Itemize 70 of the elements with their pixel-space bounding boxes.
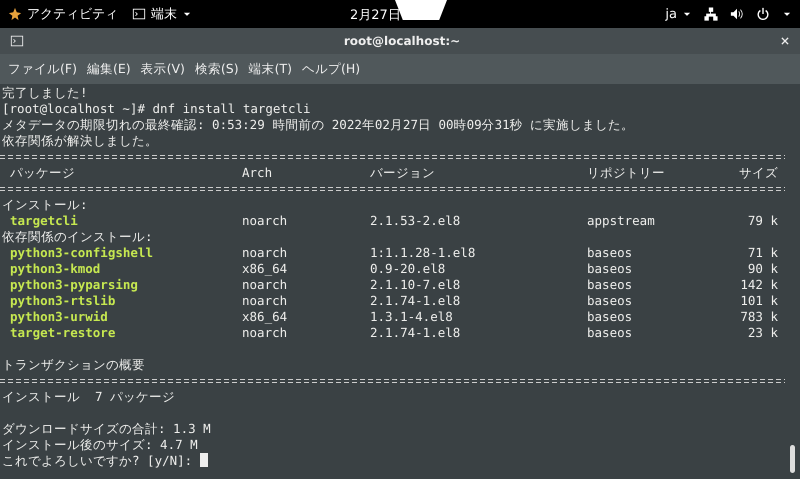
column-header: Arch: [242, 165, 274, 181]
menu-item[interactable]: 端末(T): [244, 58, 296, 80]
terminal-line: 依存関係のインストール:: [1, 229, 154, 245]
terminal-line: ダウンロードサイズの合計: 1.3 M: [1, 421, 212, 437]
table-cell-text: 2.1.10-7.el8: [370, 277, 462, 293]
scrollbar-thumb[interactable]: [790, 445, 795, 473]
column-header: パッケージ: [10, 165, 76, 181]
table-cell-text: 2.1.74-1.el8: [370, 293, 462, 309]
table-cell-text: python3-rtslib: [10, 293, 116, 309]
activities-button[interactable]: アクティビティ: [8, 5, 118, 23]
terminal-line: 依存関係が解決しました。: [1, 133, 159, 149]
terminal-line: メタデータの期限切れの最終確認: 0:53:29 時間前の 2022年02月27日 00時09分31秒 に実施しました。: [1, 117, 636, 133]
table-cell-text: noarch: [242, 245, 288, 261]
table-cell-text: target-restore: [10, 325, 116, 341]
table-cell-text: python3-configshell: [10, 245, 154, 261]
table-cell-text: 2.1.74-1.el8: [370, 325, 462, 341]
table-cell-text: 2.1.53-2.el8: [370, 213, 462, 229]
column-header: リポジトリー: [587, 165, 666, 181]
clock[interactable]: 2月27日: [350, 6, 401, 24]
table-cell-text: 1.3.1-4.el8: [370, 309, 454, 325]
table-cell-text: python3-pyparsing: [10, 277, 139, 293]
input-source-menu[interactable]: ja: [665, 6, 692, 22]
terminal-line: インストール:: [1, 197, 89, 213]
table-cell-text: python3-kmod: [10, 261, 102, 277]
menu-item[interactable]: 編集(E): [82, 58, 135, 80]
network-icon: [704, 7, 718, 21]
table-cell-text: x86_64: [242, 309, 288, 325]
column-header: バージョン: [370, 165, 436, 181]
prompt-line: これでよろしいですか? [y/N]:: [2, 453, 194, 468]
table-cell-text: baseos: [587, 325, 634, 341]
terminal-line: [root@localhost ~]# dnf install targetcli: [1, 101, 312, 117]
table-cell-text: 23 k: [746, 325, 778, 341]
table-cell-text: x86_64: [242, 261, 288, 277]
table-cell-text: 101 k: [739, 293, 778, 309]
menu-item[interactable]: 表示(V): [136, 58, 189, 80]
table-cell-text: baseos: [587, 293, 634, 309]
cursor: [200, 453, 208, 467]
volume-icon: [730, 7, 744, 21]
terminal-line: 完了しました!: [1, 85, 89, 101]
table-cell-text: python3-urwid: [10, 309, 109, 325]
table-cell-text: noarch: [242, 277, 288, 293]
power-icon: [756, 7, 770, 21]
menu-item[interactable]: ファイル(F): [4, 58, 81, 80]
table-cell-text: baseos: [587, 277, 634, 293]
window-title: root@localhost:~: [344, 34, 460, 48]
logo-icon: [8, 7, 22, 21]
table-cell-text: baseos: [587, 261, 634, 277]
table-cell-text: noarch: [242, 213, 288, 229]
terminal-line: トランザクションの概要: [1, 357, 146, 373]
terminal-line: インストール 7 パッケージ: [1, 389, 176, 405]
table-cell-text: 71 k: [746, 245, 778, 261]
menu-item[interactable]: 検索(S): [190, 58, 243, 80]
table-cell-text: 142 k: [739, 277, 778, 293]
table-cell-text: baseos: [587, 309, 634, 325]
terminal-icon: [10, 34, 24, 48]
table-cell-text: 0.9-20.el8: [370, 261, 446, 277]
app-menu[interactable]: 端末: [132, 5, 192, 23]
table-cell-text: 90 k: [746, 261, 778, 277]
menu-item[interactable]: ヘルプ(H): [298, 58, 364, 80]
column-header: サイズ: [738, 165, 778, 181]
table-cell-text: 1:1.1.28-1.el8: [370, 245, 476, 261]
table-cell-text: appstream: [587, 213, 656, 229]
table-cell-text: 79 k: [746, 213, 778, 229]
table-cell-text: noarch: [242, 293, 288, 309]
table-cell-text: baseos: [587, 245, 634, 261]
table-cell-text: noarch: [242, 325, 288, 341]
table-cell-text: 783 k: [739, 309, 778, 325]
terminal-line: インストール後のサイズ: 4.7 M: [1, 437, 199, 453]
table-cell-text: targetcli: [10, 213, 79, 229]
terminal-icon: [132, 7, 146, 21]
